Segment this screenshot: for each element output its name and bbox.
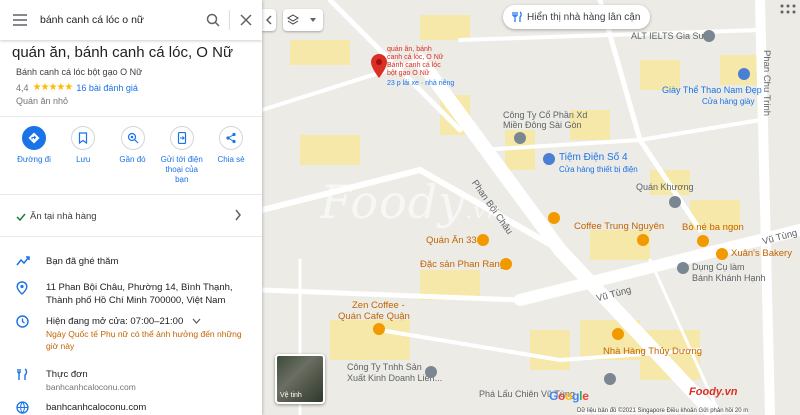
clock-icon <box>16 315 29 328</box>
share-icon <box>219 126 243 150</box>
poi-quan-khuong[interactable]: Quán Khương <box>636 182 693 193</box>
food-pin[interactable] <box>477 234 489 246</box>
poi-pin[interactable] <box>677 262 689 274</box>
poi-pin[interactable] <box>425 366 437 378</box>
poi-tiem-dien[interactable]: Tiệm Điện Số 4 <box>559 152 628 163</box>
search-icon[interactable] <box>197 0 229 40</box>
trending-icon <box>16 256 30 266</box>
star-rating-icon: ★★★★★ <box>32 82 74 93</box>
visited-text: Bạn đã ghé thăm <box>46 256 119 267</box>
menu-text: Thực đơn banhcanhcaloconu.com <box>46 368 251 394</box>
food-pin[interactable] <box>500 258 512 270</box>
poi-giay[interactable]: Giày Thể Thao Nam Đẹp <box>662 85 762 96</box>
poi-pin[interactable] <box>604 373 616 385</box>
menu-label: Thực đơn <box>46 369 88 380</box>
place-category[interactable]: Quán ăn nhỏ <box>16 96 68 106</box>
poi-dac-san[interactable]: Đặc sản Phan Rang <box>420 259 505 270</box>
poi-shop-pin[interactable] <box>738 68 750 80</box>
apps-icon[interactable] <box>776 0 800 22</box>
place-title: quán ăn, bánh canh cá lóc, O Nữ <box>12 44 234 61</box>
share-button[interactable]: Chia sẻ <box>207 126 255 185</box>
hours-label: Hiện đang mở cửa: <box>46 316 128 327</box>
bookmark-icon <box>71 126 96 150</box>
chevron-down-icon[interactable] <box>303 9 323 31</box>
satellite-layer-toggle[interactable]: Vệ tinh <box>275 354 325 404</box>
place-subtitle: Bánh canh cá lóc bột gạo O Nữ <box>16 67 143 77</box>
place-marker-label: quán ăn, bánh canh cá lóc, O Nữ Bánh can… <box>387 46 444 77</box>
dine-in-row[interactable]: Ăn tại nhà hàng <box>16 211 97 222</box>
nearby-button[interactable]: Gần đó <box>109 126 157 185</box>
poi-nha-hang-thuy[interactable]: Nhà Hàng Thủy Dương <box>603 346 702 357</box>
utensils-icon <box>17 368 28 380</box>
food-pin[interactable] <box>697 235 709 247</box>
place-panel: quán ăn, bánh canh cá lóc, O Nữ Bánh can… <box>0 0 262 415</box>
food-pin[interactable] <box>612 328 624 340</box>
globe-icon <box>16 401 29 414</box>
google-logo: Google <box>549 389 589 403</box>
place-marker-icon[interactable] <box>371 54 387 78</box>
poi-shop-pin[interactable] <box>543 153 555 165</box>
poi-giay-sub: Cửa hàng giày <box>702 97 755 106</box>
food-pin[interactable] <box>716 248 728 260</box>
poi-cong-ty-tnhh[interactable]: Công Ty Tnhh Sản <box>347 362 422 373</box>
show-nearby-restaurants-chip[interactable]: Hiển thị nhà hàng lân cận <box>503 5 651 29</box>
poi-bo-ne[interactable]: Bò né ba ngon <box>682 222 744 233</box>
nearby-icon <box>120 126 145 150</box>
website-text: banhcanhcaloconu.com <box>46 402 147 413</box>
food-pin[interactable] <box>373 323 385 335</box>
address-text: 11 Phan Bội Châu, Phường 14, Bình Thạnh,… <box>46 282 233 306</box>
rating-value: 4,4 <box>16 82 29 93</box>
search-box <box>0 0 262 40</box>
chevron-down-icon[interactable] <box>192 318 201 324</box>
poi-alt-ielts[interactable]: ALT IELTS Gia Sư <box>631 31 705 42</box>
poi-zen-coffee-2: Quán Cafe Quận <box>338 311 410 322</box>
poi-pin[interactable] <box>703 30 715 42</box>
poi-pin[interactable] <box>669 196 681 208</box>
poi-pin[interactable] <box>514 132 526 144</box>
poi-dung-cu-2: Bánh Khánh Hạnh <box>692 273 766 283</box>
divider <box>0 116 262 117</box>
rating-row: 4,4 ★★★★★ 16 bài đánh giá <box>16 82 138 93</box>
foody-badge: Foody.vn <box>689 386 738 398</box>
poi-xuan-bakery[interactable]: Xuân's Bakery <box>731 248 792 259</box>
dine-in-label: Ăn tại nhà hàng <box>30 211 97 222</box>
send-to-phone-button[interactable]: Gửi tới điện thoại của bạn <box>158 126 206 185</box>
action-bar: Đường đi Lưu Gần đó Gửi tới điện thoại c… <box>10 126 255 185</box>
hours-note: Ngày Quốc tế Phụ nữ có thể ảnh hưởng đến… <box>46 329 242 351</box>
chevron-right-icon[interactable] <box>234 209 242 221</box>
poi-zen-coffee[interactable]: Zen Coffee - <box>352 300 405 311</box>
directions-button[interactable]: Đường đi <box>10 126 58 185</box>
search-input[interactable] <box>40 5 197 35</box>
location-pin-icon <box>16 281 28 295</box>
food-pin[interactable] <box>637 234 649 246</box>
poi-cong-ty-co-phan-2: Miền Đông Sài Gòn <box>503 120 582 130</box>
poi-dung-cu[interactable]: Dụng Cụ làm <box>692 262 745 273</box>
layer-switch-button[interactable] <box>283 9 323 31</box>
send-to-phone-icon <box>169 126 194 150</box>
checkmark-icon <box>16 213 26 221</box>
menu-url[interactable]: banhcanhcaloconu.com <box>46 381 251 394</box>
divider <box>0 236 262 237</box>
close-icon[interactable] <box>230 0 262 40</box>
place-marker-meta: 23 p lái xe · nhà riêng <box>387 80 455 87</box>
satellite-label: Vệ tinh <box>280 392 302 399</box>
map-footer: Dữ liệu bản đồ ©2021 Singapore Điều khoả… <box>577 408 749 414</box>
divider <box>0 194 262 195</box>
chevron-left-icon <box>265 15 272 25</box>
layers-icon[interactable] <box>283 9 303 31</box>
food-pin[interactable] <box>548 212 560 224</box>
poi-tiem-dien-sub: Cửa hàng thiết bị điện <box>559 165 638 174</box>
save-button[interactable]: Lưu <box>59 126 107 185</box>
collapse-panel-button[interactable] <box>262 9 276 31</box>
hours-value: 07:00–21:00 <box>130 316 184 327</box>
restaurant-icon <box>512 11 522 22</box>
reviews-link[interactable]: 16 bài đánh giá <box>76 83 138 93</box>
chip-label: Hiển thị nhà hàng lân cận <box>527 11 641 23</box>
directions-icon <box>22 126 46 150</box>
street-label-phan-chu-trinh: Phan Chu Trinh <box>761 50 772 117</box>
poi-coffee-trung[interactable]: Coffee Trung Nguyên <box>574 221 664 232</box>
hours-text: Hiện đang mở cửa: 07:00–21:00 Ngày Quốc … <box>46 315 251 352</box>
menu-icon[interactable] <box>0 0 40 40</box>
poi-quan-an-33[interactable]: Quán Ăn 33 <box>426 235 477 246</box>
